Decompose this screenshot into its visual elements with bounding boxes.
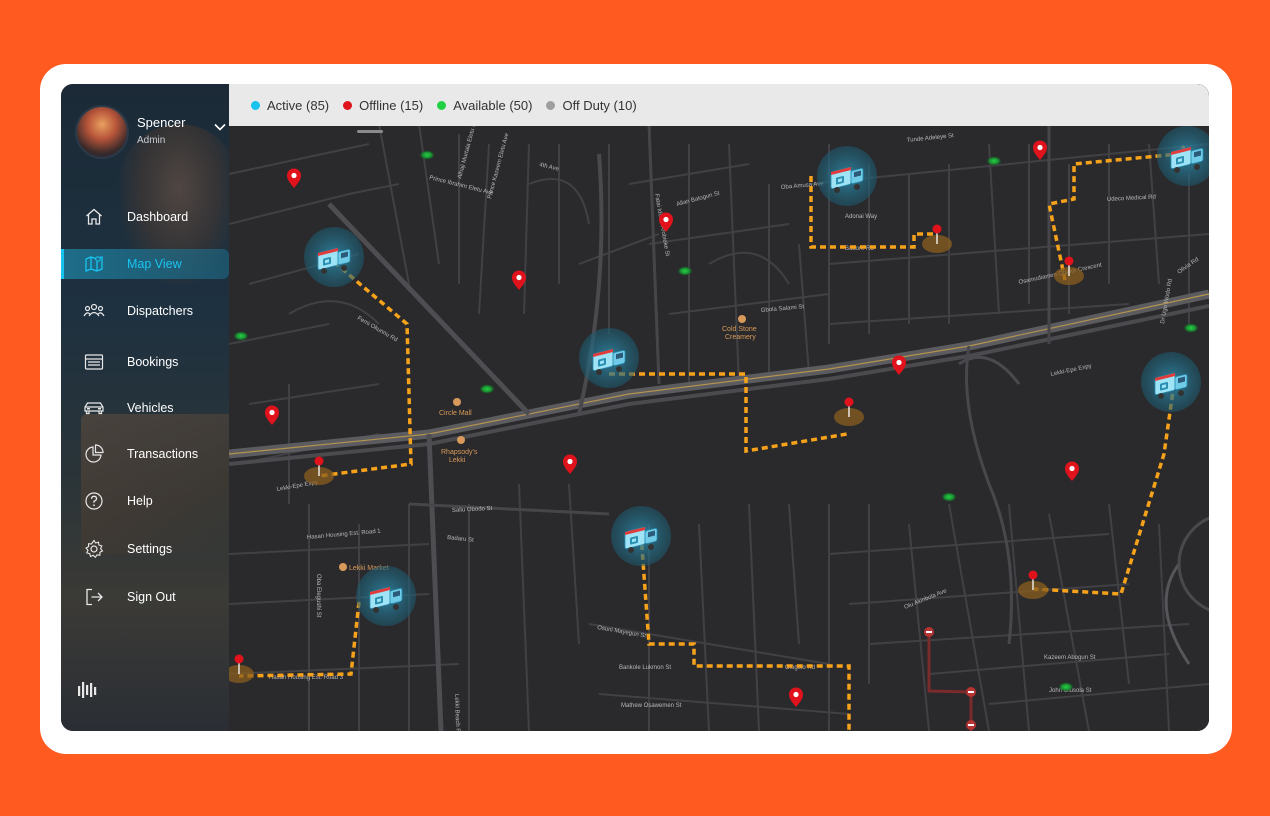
map-canvas[interactable]: 4th Ave Prince Ibrahim Eletu Ave Alhaji … <box>229 84 1209 731</box>
sidebar-nav: Dashboard Map View Dispatchers Bookings <box>61 202 229 612</box>
status-legend: Active (85) Offline (15) Available (50) … <box>229 84 1209 126</box>
svg-text:Rhapsody's: Rhapsody's <box>441 449 478 456</box>
legend-off-duty[interactable]: Off Duty (10) <box>546 97 637 113</box>
panel-drag-handle[interactable] <box>357 130 383 133</box>
avatar <box>75 105 129 159</box>
legend-label: Off Duty (10) <box>562 97 637 113</box>
sidebar-item-bookings[interactable]: Bookings <box>61 347 229 377</box>
sidebar-item-settings[interactable]: Settings <box>61 534 229 564</box>
sidebar-item-sign-out[interactable]: Sign Out <box>61 582 229 612</box>
sidebar-item-label: Transactions <box>127 447 199 461</box>
svg-text:Circle Mall: Circle Mall <box>439 410 472 417</box>
sidebar-item-label: Dispatchers <box>127 304 193 318</box>
sidebar-item-transactions[interactable]: Transactions <box>61 439 229 469</box>
app-window: Spencer Admin Dashboard Map View Dispatc… <box>61 84 1209 731</box>
sidebar-item-dashboard[interactable]: Dashboard <box>61 202 229 232</box>
svg-text:Creamery: Creamery <box>725 334 756 341</box>
svg-text:Adonai Way: Adonai Way <box>845 214 877 220</box>
home-icon <box>83 206 105 228</box>
off-duty-dot-icon <box>546 100 556 110</box>
help-icon <box>83 490 105 512</box>
pie-chart-icon <box>83 443 105 465</box>
profile-role: Admin <box>137 134 166 146</box>
gear-icon <box>83 538 105 560</box>
legend-label: Offline (15) <box>359 97 424 113</box>
svg-text:Badore Rd: Badore Rd <box>845 246 874 252</box>
bookings-icon <box>83 351 105 373</box>
legend-offline[interactable]: Offline (15) <box>343 98 423 113</box>
users-icon <box>83 300 105 322</box>
sidebar: Spencer Admin Dashboard Map View Dispatc… <box>61 84 229 731</box>
svg-text:Mathew Osawemen St: Mathew Osawemen St <box>621 703 682 709</box>
map-icon <box>83 253 105 275</box>
svg-text:Lekki Beach Rd: Lekki Beach Rd <box>453 694 460 731</box>
profile-name: Spencer <box>137 114 186 130</box>
sidebar-item-label: Map View <box>127 257 182 271</box>
user-profile[interactable]: Spencer Admin <box>75 104 227 160</box>
logo-icon <box>78 682 97 698</box>
legend-active[interactable]: Active (85) <box>251 98 329 113</box>
svg-text:Lekki: Lekki <box>449 457 466 464</box>
sidebar-item-map-view[interactable]: Map View <box>61 249 229 279</box>
sidebar-item-label: Vehicles <box>127 401 174 415</box>
legend-label: Active (85) <box>267 97 330 113</box>
sidebar-item-vehicles[interactable]: Vehicles <box>61 393 229 423</box>
offline-dot-icon <box>343 100 353 110</box>
sidebar-item-label: Dashboard <box>127 210 189 224</box>
sidebar-item-help[interactable]: Help <box>61 486 229 516</box>
sidebar-item-dispatchers[interactable]: Dispatchers <box>61 296 229 326</box>
sidebar-item-label: Sign Out <box>127 590 176 604</box>
legend-label: Available (50) <box>453 97 533 113</box>
available-dot-icon <box>437 100 447 110</box>
sign-out-icon <box>83 586 105 608</box>
map-view[interactable]: 4th Ave Prince Ibrahim Eletu Ave Alhaji … <box>229 84 1209 731</box>
chevron-down-icon[interactable] <box>213 120 227 134</box>
svg-text:Bankole Lukmon St: Bankole Lukmon St <box>619 665 671 671</box>
legend-available[interactable]: Available (50) <box>437 98 532 113</box>
svg-text:Kazeem Abogun St: Kazeem Abogun St <box>1044 655 1096 661</box>
active-dot-icon <box>251 100 260 110</box>
sidebar-item-label: Bookings <box>127 355 179 369</box>
car-icon <box>83 397 105 419</box>
svg-text:Oba Elegushi St: Oba Elegushi St <box>315 574 321 618</box>
sidebar-item-label: Help <box>127 494 153 508</box>
sidebar-item-label: Settings <box>127 542 173 556</box>
svg-text:Cold Stone: Cold Stone <box>722 326 757 333</box>
